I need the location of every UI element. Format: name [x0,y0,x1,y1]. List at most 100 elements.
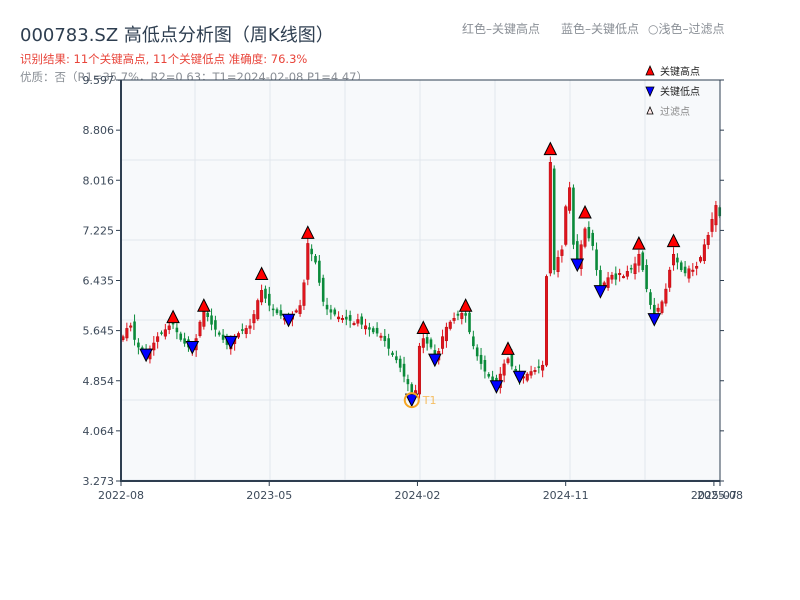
candle-body [637,253,641,266]
candle-body [664,288,668,304]
candle-body [525,373,529,381]
y-tick-label: 7.225 [83,224,115,237]
candle-body [206,312,209,317]
candle-body [456,313,460,316]
candle-body [379,335,383,338]
candle-body [321,277,325,302]
candle-body [702,244,706,262]
candle-body [660,301,664,313]
candle-body [325,304,329,310]
candle-body [687,268,691,279]
candle-body [125,328,129,339]
candle-body [606,277,610,288]
candle-body [175,327,179,333]
candle-body [691,269,695,272]
candle-body [668,269,672,288]
candle-body [541,364,545,371]
candle-body [618,273,622,275]
candle-body [564,206,568,245]
candle-body [348,315,352,321]
candle-body [137,342,140,348]
candle-body [448,321,452,329]
candle-body [460,312,464,319]
y-tick-label: 5.645 [83,325,115,338]
x-tick-label: 2024-02 [394,489,440,502]
candle-body [676,257,679,263]
candle-body [633,263,637,275]
candle-body [275,309,279,314]
x-tick-label: 2024-11 [543,489,589,502]
candle-body [214,320,217,330]
candle-body [340,318,344,320]
candle-body [260,290,264,303]
candle-body [329,309,333,313]
legend-low-label: 关键低点 [660,85,700,98]
candle-body [641,252,645,271]
candle-body [406,379,410,385]
y-tick-label: 4.854 [83,375,115,388]
candle-body [417,345,421,395]
y-tick-label: 9.597 [83,74,115,87]
legend-high-icon [645,65,655,76]
candle-body [391,352,394,356]
candlestick-chart: T1 3.273 4.064 4.854 5.645 6.435 7.225 8.016 8.8… [83,65,743,502]
candle-body [402,363,406,377]
candle-body [491,376,494,381]
candle-body [256,300,260,320]
candle-body [398,358,402,368]
candle-body [375,327,379,334]
candle-body [706,234,710,245]
candle-body [475,347,479,357]
candle-body [306,243,310,280]
candle-body [452,318,456,321]
candle-body [156,336,160,342]
candle-body [479,354,483,364]
candle-body [695,266,699,269]
candle-body [502,363,506,376]
candle-body [236,333,240,338]
candle-body [625,271,629,277]
candle-body [271,308,275,311]
candle-body [699,257,703,262]
candle-body [167,325,171,330]
candle-body [210,315,213,325]
candle-body [545,276,549,366]
candle-body [441,336,445,349]
candle-body [614,273,618,280]
candle-body [506,358,510,363]
candle-body [244,328,248,334]
candle-body [444,326,448,342]
y-tick-label: 6.435 [83,275,115,288]
x-tick-label: 2022-08 [98,489,144,502]
candle-body [395,356,398,361]
candle-body [552,168,556,271]
candle-body [487,374,491,377]
candle-body [672,253,676,266]
candle-body [152,342,156,351]
candle-body [279,310,283,316]
candle-body [337,316,341,320]
candle-body [533,370,537,372]
x-tick-label: 2025-08 [697,489,743,502]
candle-body [252,314,256,324]
candle-body [371,328,375,333]
candle-body [622,276,626,279]
candle-body [656,307,660,312]
candle-body [264,288,267,299]
candle-body [318,260,321,283]
candle-body [510,354,514,367]
candle-body [333,309,337,315]
candle-body [595,249,598,271]
candle-body [364,325,368,330]
candle-body [683,266,687,274]
candle-body [537,366,541,368]
candle-body [345,316,348,320]
candle-body [368,327,371,330]
candle-body [356,319,360,324]
candle-body [217,332,221,335]
candle-body [610,274,614,280]
y-tick-label: 8.806 [83,124,115,137]
candle-body [653,304,656,315]
candle-body [310,248,313,255]
candle-body [360,316,363,325]
